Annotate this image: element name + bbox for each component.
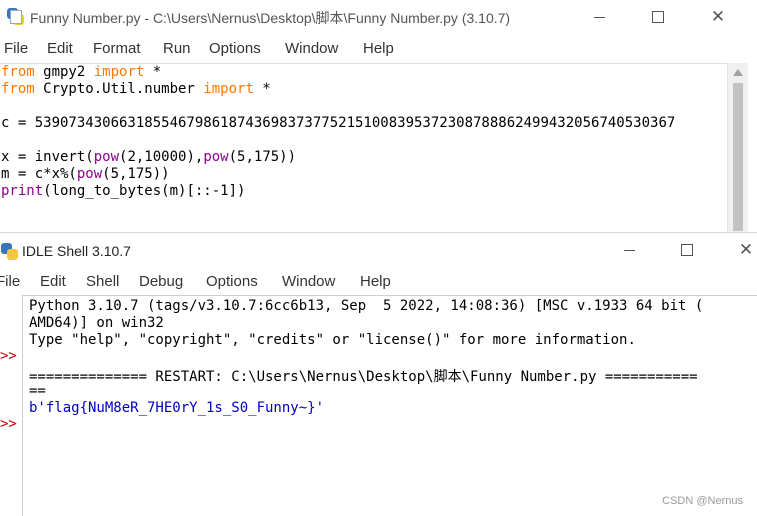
shell-menubar: File Edit Shell Debug Options Window Hel… (0, 270, 757, 295)
shell-menu-options[interactable]: Options (206, 273, 258, 290)
code-text: gmpy2 (34, 64, 94, 80)
editor-title: Funny Number.py - C:\Users\Nernus\Deskto… (30, 10, 511, 26)
code-line-2: from Crypto.Util.number import * (1, 81, 271, 98)
close-icon: ✕ (738, 240, 754, 259)
close-icon: ✕ (710, 7, 726, 26)
editor-titlebar[interactable]: Funny Number.py - C:\Users\Nernus\Deskto… (0, 0, 748, 34)
code-editor[interactable]: from gmpy2 import * from Crypto.Util.num… (0, 63, 727, 232)
code-line-6: print(long_to_bytes(m)[::-1]) (1, 183, 245, 200)
shell-output[interactable]: Python 3.10.7 (tags/v3.10.7:6cc6b13, Sep… (22, 295, 757, 516)
restart-line: == (29, 383, 46, 399)
editor-menu-file[interactable]: File (4, 40, 28, 57)
editor-menu-window[interactable]: Window (285, 40, 338, 57)
code-text: * (253, 81, 271, 97)
shell-menu-debug[interactable]: Debug (139, 273, 183, 290)
shell-banner-line: Type "help", "copyright", "credits" or "… (29, 332, 636, 348)
maximize-icon (681, 244, 693, 256)
minimize-icon (594, 17, 605, 18)
builtin: pow (203, 149, 229, 165)
shell-menu-help[interactable]: Help (360, 273, 391, 290)
code-line-4: x = invert(pow(2,10000),pow(5,175)) (1, 149, 296, 166)
shell-prompt: >> (0, 416, 17, 432)
restart-line: ============== RESTART: C:\Users\Nernus\… (29, 369, 698, 385)
code-text: x = invert( (1, 149, 94, 165)
code-text: (2,10000), (119, 149, 204, 165)
builtin: pow (93, 149, 120, 165)
builtin: print (1, 183, 44, 199)
shell-window: IDLE Shell 3.10.7 ✕ File Edit Shell Debu… (0, 232, 757, 516)
minimize-icon (624, 250, 635, 251)
scrollbar-thumb[interactable] (733, 83, 743, 231)
editor-minimize-button[interactable] (580, 2, 620, 32)
editor-vertical-scrollbar[interactable] (727, 63, 748, 232)
code-text: m = c*x%( (1, 166, 77, 182)
editor-menu-edit[interactable]: Edit (47, 40, 73, 57)
prompt-gutter: >> >> (0, 295, 22, 516)
shell-titlebar[interactable]: IDLE Shell 3.10.7 ✕ (0, 233, 757, 269)
code-text: (long_to_bytes(m)[::-1]) (43, 183, 246, 199)
shell-minimize-button[interactable] (610, 235, 650, 265)
keyword: from (1, 64, 35, 80)
editor-close-button[interactable]: ✕ (698, 2, 738, 32)
keyword: from (1, 81, 35, 97)
editor-maximize-button[interactable] (638, 2, 678, 32)
shell-menu-file[interactable]: File (0, 273, 20, 290)
code-line-1: from gmpy2 import * (1, 64, 161, 81)
keyword: import (203, 81, 254, 97)
code-text: Crypto.Util.number (34, 81, 204, 97)
shell-banner-line: Python 3.10.7 (tags/v3.10.7:6cc6b13, Sep… (29, 298, 704, 314)
shell-prompt: >> (0, 348, 17, 364)
code-text: (5,175)) (228, 149, 297, 165)
code-text: (5,175)) (102, 166, 170, 182)
keyword: import (93, 64, 145, 80)
shell-maximize-button[interactable] (667, 235, 707, 265)
program-output: b'flag{NuM8eR_7HE0rY_1s_S0_Funny~}' (29, 400, 325, 416)
watermark: CSDN @Nernus (662, 495, 743, 507)
editor-menu-help[interactable]: Help (363, 40, 394, 57)
shell-title: IDLE Shell 3.10.7 (22, 243, 131, 259)
shell-close-button[interactable]: ✕ (726, 235, 757, 265)
editor-menu-format[interactable]: Format (93, 40, 141, 57)
code-line-3: c = 539073430663185546798618743698373775… (1, 115, 676, 131)
editor-menu-run[interactable]: Run (163, 40, 191, 57)
shell-menu-edit[interactable]: Edit (40, 273, 66, 290)
editor-menubar: File Edit Format Run Options Window Help (0, 37, 748, 62)
maximize-icon (652, 11, 664, 23)
python-file-icon (6, 7, 24, 25)
code-line-5: m = c*x%(pow(5,175)) (1, 166, 170, 183)
code-text: * (144, 64, 162, 80)
shell-menu-window[interactable]: Window (282, 273, 335, 290)
builtin: pow (76, 166, 103, 182)
shell-banner-line: AMD64)] on win32 (29, 315, 164, 331)
shell-menu-shell[interactable]: Shell (86, 273, 119, 290)
idle-icon (0, 242, 18, 260)
scroll-up-arrow-icon[interactable] (733, 69, 743, 76)
editor-window: Funny Number.py - C:\Users\Nernus\Deskto… (0, 0, 748, 232)
editor-menu-options[interactable]: Options (209, 40, 261, 57)
